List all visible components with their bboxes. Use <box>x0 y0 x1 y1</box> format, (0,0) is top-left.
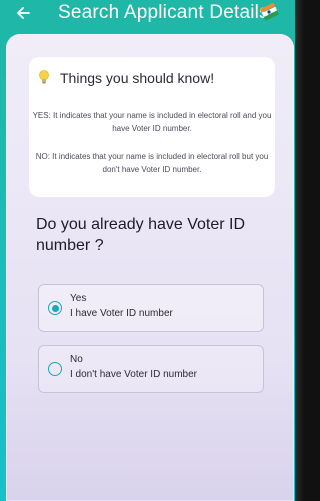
app-screen: Search Applicant Details Things you shou… <box>0 0 305 501</box>
option-description: I don't have Voter ID number <box>70 369 197 380</box>
question-text: Do you already have Voter ID number ? <box>36 216 246 254</box>
info-title: Things you should know! <box>60 70 215 86</box>
device-bezel <box>295 0 305 501</box>
app-header: Search Applicant Details <box>0 0 295 34</box>
info-no-text: NO: It indicates that your name is inclu… <box>35 152 269 174</box>
arrow-left-icon[interactable] <box>14 4 32 22</box>
lightbulb-icon <box>37 69 51 85</box>
election-flag-icon <box>258 2 280 22</box>
radio-checked-icon[interactable] <box>48 301 62 315</box>
page-title: Search Applicant Details <box>58 2 269 23</box>
option-yes[interactable]: Yes I have Voter ID number <box>38 284 264 332</box>
option-label: No <box>70 354 83 365</box>
option-label: Yes <box>70 293 87 304</box>
option-no[interactable]: No I don't have Voter ID number <box>38 345 264 393</box>
option-description: I have Voter ID number <box>70 308 173 319</box>
radio-unchecked-icon[interactable] <box>48 362 62 376</box>
info-yes-text: YES: It indicates that your name is incl… <box>32 111 272 133</box>
